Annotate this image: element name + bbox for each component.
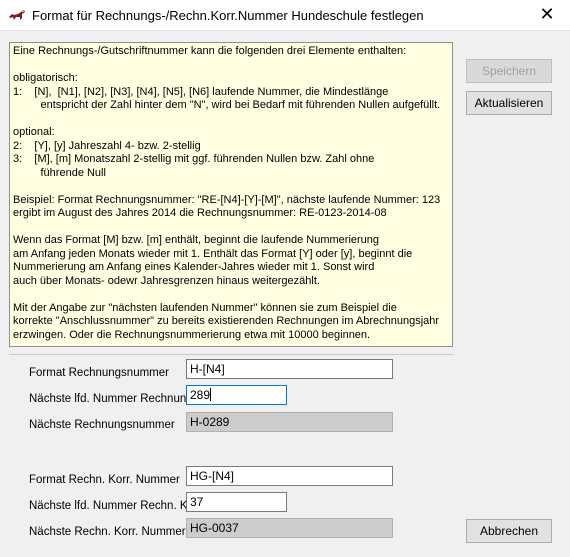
info-line: Beispiel: Format Rechnungsnummer: "RE-[N… — [13, 193, 441, 206]
naechste-korr-nummer-output: HG-0037 — [186, 518, 393, 538]
info-line: auch über Monats- odewr Jahresgrenzen hi… — [13, 274, 320, 287]
naechste-rechnungsnummer-output: H-0289 — [186, 412, 393, 432]
text-cursor — [210, 388, 212, 401]
title-bar: Format für Rechnungs-/Rechn.Korr.Nummer … — [0, 0, 570, 31]
refresh-button[interactable]: Aktualisieren — [466, 91, 552, 115]
format-korr-input[interactable]: HG-[N4] — [186, 466, 393, 486]
dog-app-icon — [9, 10, 25, 20]
info-line: Wenn das Format [M] bzw. [m] enthält, be… — [13, 234, 380, 246]
info-line: führende Null — [13, 166, 106, 179]
info-line — [13, 113, 449, 127]
info-line — [13, 288, 449, 302]
info-line: obligatorisch: — [13, 72, 78, 84]
info-text-panel: Eine Rechnungs-/Gutschriftnummer kann di… — [9, 42, 453, 347]
info-line: Mit der Angabe zur "nächsten laufenden N… — [13, 301, 397, 314]
info-line — [13, 221, 449, 235]
format-rechnung-input[interactable]: H-[N4] — [186, 359, 393, 379]
window-title: Format für Rechnungs-/Rechn.Korr.Nummer … — [32, 8, 424, 23]
naechste-nr-rechnung-value: 289 — [190, 388, 211, 402]
close-icon[interactable]: ✕ — [524, 0, 570, 31]
info-line: am Anfang jeden Monats wieder mit 1. Ent… — [13, 247, 413, 260]
info-line: korrekte "Anschlussnummer" zu bereits ex… — [13, 315, 440, 327]
info-line: 2: [Y], [y] Jahreszahl 4- bzw. 2-stellig — [13, 139, 201, 152]
naechste-rechnungsnummer-label: Nächste Rechnungsnummer — [29, 419, 175, 431]
save-button[interactable]: Speichern — [466, 59, 552, 83]
info-line: 1: [N], [N1], [N2], [N3], [N4], [N5], [N… — [13, 85, 389, 98]
info-line: 3: [M], [m] Monatszahl 2-stellig mit ggf… — [13, 153, 375, 165]
cancel-button[interactable]: Abbrechen — [466, 519, 552, 543]
info-line: Nummerierung am Anfang eines Kalender-Ja… — [13, 261, 375, 273]
format-rechnung-label: Format Rechnungsnummer — [29, 367, 169, 379]
info-line: entspricht der Zahl hinter dem "N", wird… — [13, 99, 441, 111]
info-line — [13, 59, 449, 73]
info-line — [13, 180, 449, 194]
format-korr-label: Format Rechn. Korr. Nummer — [29, 474, 180, 486]
info-line: optional: — [13, 126, 55, 138]
naechste-nr-rechnung-input[interactable]: 289 — [186, 385, 287, 405]
info-line: erzwingen. Oder die Rechnungsnummerierun… — [13, 328, 371, 341]
info-line: ergibt im August des Jahres 2014 die Rec… — [13, 207, 387, 219]
naechste-nr-rechnung-label: Nächste lfd. Nummer Rechnung — [29, 393, 193, 405]
naechste-nr-korr-input[interactable]: 37 — [186, 492, 287, 512]
info-line: Eine Rechnungs-/Gutschriftnummer kann di… — [13, 45, 407, 57]
naechste-nr-korr-label: Nächste lfd. Nummer Rechn. Korr — [29, 500, 202, 512]
naechste-korr-nummer-label: Nächste Rechn. Korr. Nummer — [29, 526, 186, 538]
